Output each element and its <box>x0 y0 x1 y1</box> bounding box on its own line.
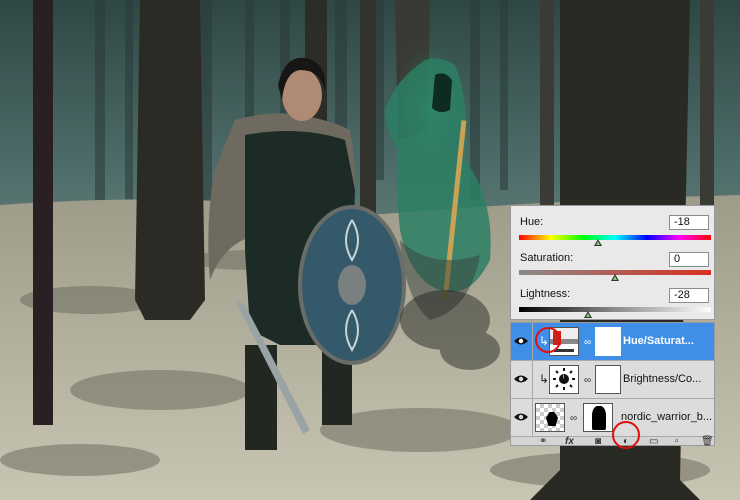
layer-name: Brightness/Co... <box>623 373 702 385</box>
highlight-circle-clipping <box>535 327 561 353</box>
brightness-contrast-adjustment-icon <box>549 365 579 394</box>
hue-label: Hue: <box>520 216 544 228</box>
add-mask-icon[interactable]: ◙ <box>595 437 601 447</box>
highlight-circle-adjustment-button <box>612 421 640 449</box>
saturation-value-field[interactable]: 0 <box>669 252 709 267</box>
hue-saturation-properties-panel: Hue: -18 Saturation: 0 Lightness: -28 <box>510 205 715 320</box>
lightness-label: Lightness: <box>520 288 571 300</box>
hue-slider-thumb[interactable] <box>593 239 602 246</box>
layer-name: nordic_warrior_b... <box>621 411 713 423</box>
lightness-slider-track[interactable] <box>519 307 711 312</box>
eye-icon[interactable] <box>513 411 529 423</box>
hue-slider-track[interactable] <box>519 235 711 240</box>
lightness-value-field[interactable]: -28 <box>669 288 709 303</box>
visibility-toggle[interactable] <box>511 399 533 436</box>
new-layer-icon[interactable]: ▫ <box>675 437 679 447</box>
layer-name: Hue/Saturat... <box>623 335 694 347</box>
layer-mask-thumbnail[interactable] <box>595 327 621 356</box>
clipping-arrow-icon: ↳ <box>539 372 550 386</box>
lightness-slider-thumb[interactable] <box>584 311 593 318</box>
new-group-icon[interactable]: ▭ <box>649 437 658 447</box>
fx-icon[interactable]: fx <box>565 437 574 447</box>
layer-mask-thumbnail[interactable] <box>583 403 613 432</box>
saturation-label: Saturation: <box>520 252 574 264</box>
layer-row-brightness-contrast[interactable]: ↳ ∞ Brightness/Co... <box>511 361 714 399</box>
mask-link-icon[interactable]: ∞ <box>584 375 591 386</box>
delete-layer-icon[interactable]: 🗑 <box>701 437 714 447</box>
mask-link-icon[interactable]: ∞ <box>584 337 591 348</box>
mask-link-icon[interactable]: ∞ <box>570 413 577 424</box>
link-layers-icon[interactable]: ⚭ <box>539 437 547 447</box>
visibility-toggle[interactable] <box>511 361 533 398</box>
saturation-slider-thumb[interactable] <box>611 274 619 281</box>
layer-mask-thumbnail[interactable] <box>595 365 621 394</box>
eye-icon[interactable] <box>513 335 529 347</box>
hue-value-field[interactable]: -18 <box>669 215 709 230</box>
eye-icon[interactable] <box>513 373 529 385</box>
image-layer-icon <box>535 403 565 432</box>
visibility-toggle[interactable] <box>511 323 533 360</box>
